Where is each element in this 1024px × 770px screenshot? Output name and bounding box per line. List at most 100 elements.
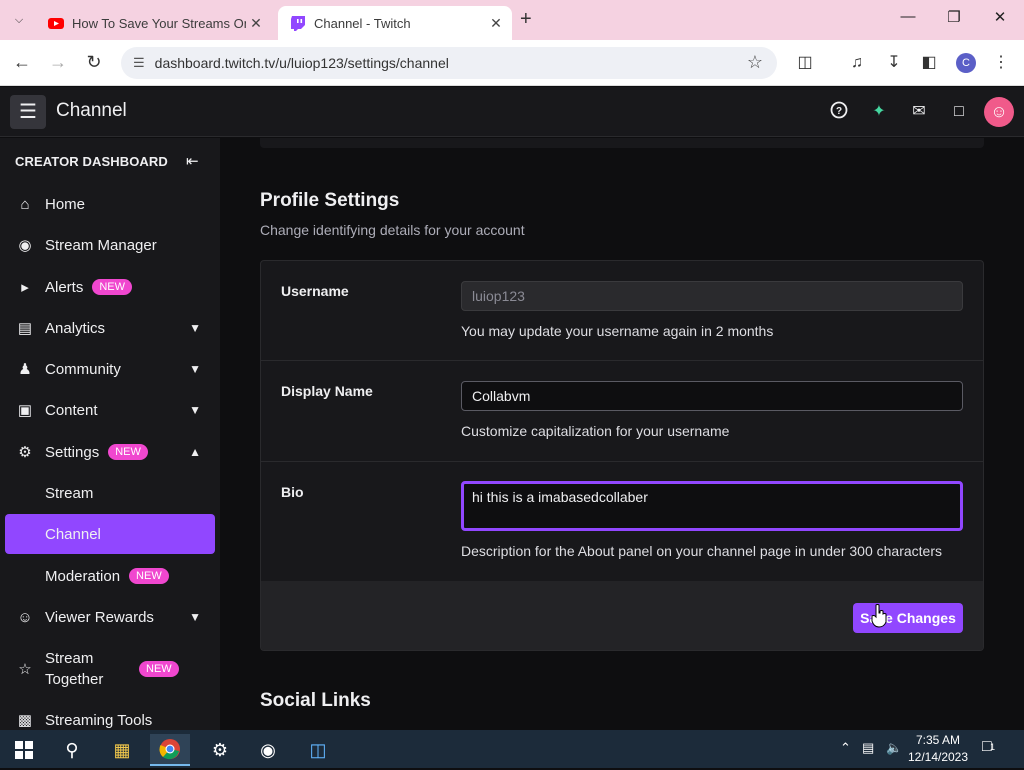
page-title: Channel [56,100,127,121]
hand-cursor-icon [871,604,887,628]
sparkle-icon[interactable]: ✦ [868,101,890,123]
network-icon[interactable]: ▤ [862,740,874,756]
chrome-icon[interactable] [150,734,190,766]
chevron-down-icon: ▼ [189,362,201,376]
file-explorer-icon[interactable]: ▦ [102,734,142,766]
sidebar-heading: CREATOR DASHBOARD [15,154,168,169]
taskbar-clock[interactable]: 7:35 AM 12/14/2023 [906,732,970,766]
search-icon[interactable]: ⚲ [52,734,92,766]
notification-count: 1 [990,742,996,752]
bio-row: Bio hi this is a imabasedcollaber Descri… [261,462,983,581]
restore-icon[interactable]: ❐ [944,8,964,26]
new-badge: NEW [108,444,148,460]
show-hidden-icons-icon[interactable]: ⌃ [840,740,851,756]
user-avatar[interactable]: ☺ [984,97,1014,127]
reload-button[interactable]: ↻ [82,50,106,74]
bookmark-star-icon[interactable]: ☆ [747,52,763,73]
volume-icon[interactable]: 🔈 [886,740,902,756]
back-button[interactable]: ← [10,50,34,74]
creator-sidebar: CREATOR DASHBOARD ⇤ ⌂ Home ◉ Stream Mana… [0,138,220,730]
profile-settings-card: Username luiop123 You may update your us… [260,260,984,651]
sidebar-item-channel[interactable]: Channel [5,514,215,554]
sidebar-item-label: Alerts [45,278,84,296]
windows-logo-icon [15,741,33,759]
sidebar-item-label: Stream [45,484,94,502]
content-icon: ▣ [17,402,33,419]
bio-hint: Description for the About panel on your … [461,543,942,559]
whispers-icon[interactable]: □ [948,101,970,123]
sidebar-item-label: Content [45,401,98,419]
close-tab-icon[interactable]: ✕ [486,15,506,32]
sidebar-item-stream-manager[interactable]: ◉ Stream Manager [5,225,215,265]
sidebar-item-stream-together[interactable]: ☆ Stream Together NEW [5,647,215,691]
media-app-icon[interactable]: ◫ [298,734,338,766]
sidebar-item-moderation[interactable]: Moderation NEW [5,556,215,596]
side-panel-icon[interactable]: ◧ [918,52,940,74]
windows-start-icon[interactable] [4,734,44,766]
sidebar-item-analytics[interactable]: ▤ Analytics ▼ [5,308,215,348]
profile-settings-description: Change identifying details for your acco… [260,222,525,238]
browser-tab-twitch[interactable]: Channel - Twitch ✕ [278,6,512,40]
collapse-sidebar-icon[interactable]: ⇤ [186,152,199,170]
chevron-up-icon: ▲ [189,445,201,459]
site-info-icon[interactable]: ☰ [133,55,145,71]
sidebar-item-label: Streaming Tools [45,711,153,729]
browser-tab-youtube[interactable]: How To Save Your Streams On ✕ [36,6,272,40]
browser-profile-avatar[interactable]: C [956,53,976,73]
tab-title: How To Save Your Streams On [72,15,246,31]
minimize-icon[interactable]: — [898,8,918,25]
display-name-field[interactable]: Collabvm [461,381,963,411]
notification-center-icon[interactable]: □ 1 [982,738,1004,758]
inbox-icon[interactable]: ✉ [908,101,930,123]
url-text[interactable]: dashboard.twitch.tv/u/luiop123/settings/… [155,55,449,71]
chevron-down-icon: ▼ [189,610,201,624]
sidebar-item-label: Home [45,195,86,213]
sidebar-item-settings[interactable]: ⚙ Settings NEW ▲ [5,432,215,472]
sidebar-item-label: Stream Together [45,650,104,688]
tab-search-button[interactable]: ⌵ [8,10,30,30]
new-tab-button[interactable]: + [520,8,532,31]
windows-taskbar: ⚲ ▦ ⚙ ◉ ◫ ⌃ ▤ 🔈 7:35 AM 12/14/2023 □ 1 [0,730,1024,768]
username-field[interactable]: luiop123 [461,281,963,311]
sidebar-item-stream[interactable]: Stream [5,473,215,513]
settings-main: Profile Settings Change identifying deta… [220,138,1024,730]
address-toolbar: ← → ↻ ☰ dashboard.twitch.tv/u/luiop123/s… [0,40,1024,86]
steam-icon[interactable]: ◉ [248,734,288,766]
forward-button[interactable]: → [46,50,70,74]
extensions-icon[interactable]: ◫ [794,52,816,74]
download-icon[interactable]: ↧ [883,52,905,74]
broadcast-icon: ◉ [18,237,32,254]
sidebar-item-content[interactable]: ▣ Content ▼ [5,390,215,430]
save-changes-button[interactable]: Save Changes [853,603,963,633]
clock-date: 12/14/2023 [907,750,969,764]
menu-icon[interactable]: ☰ [10,95,46,129]
new-badge: NEW [129,568,169,584]
username-row: Username luiop123 You may update your us… [261,261,983,361]
sidebar-item-viewer-rewards[interactable]: ☺ Viewer Rewards ▼ [5,597,215,637]
help-icon[interactable]: ? [828,101,850,123]
home-icon: ⌂ [20,195,30,213]
username-label: Username [281,283,349,299]
sidebar-item-label: Viewer Rewards [45,608,154,626]
sidebar-item-alerts[interactable]: ▸ Alerts NEW [5,267,215,307]
sidebar-item-streaming-tools[interactable]: ▩ Streaming Tools [5,700,215,730]
omnibox[interactable]: ☰ dashboard.twitch.tv/u/luiop123/setting… [121,47,777,79]
camera-icon: ▩ [17,712,33,729]
previous-section-card [260,138,984,148]
bio-textarea[interactable]: hi this is a imabasedcollaber [461,481,963,531]
display-name-label: Display Name [281,383,373,399]
close-tab-icon[interactable]: ✕ [246,15,266,32]
browser-tab-bar: ⌵ How To Save Your Streams On ✕ Channel … [0,0,1024,40]
chevron-down-icon: ▼ [189,321,201,335]
sidebar-item-home[interactable]: ⌂ Home [5,184,215,224]
settings-gear-icon[interactable]: ⚙ [200,734,240,766]
sidebar-item-label: Stream Manager [45,236,157,254]
sidebar-item-community[interactable]: ♟ Community ▼ [5,349,215,389]
close-window-icon[interactable]: ✕ [990,8,1010,26]
svg-text:?: ? [836,106,842,117]
browser-menu-icon[interactable]: ⋮ [990,52,1012,74]
new-badge: NEW [92,279,133,295]
media-control-icon[interactable]: ♫ [846,52,868,74]
help-icon-graphic: ? [830,101,848,119]
tab-title: Channel - Twitch [314,15,411,31]
